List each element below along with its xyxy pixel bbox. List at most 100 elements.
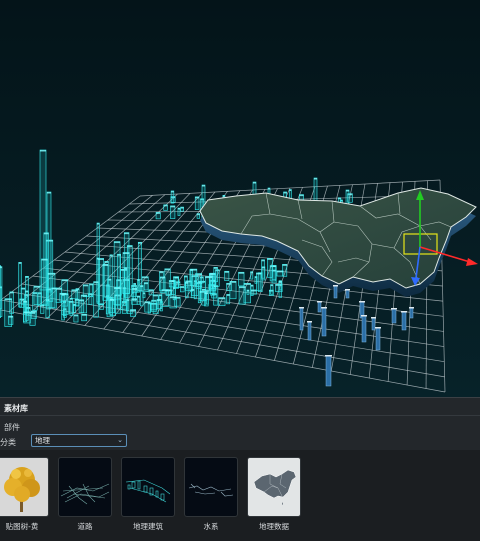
building xyxy=(168,280,175,288)
building xyxy=(33,285,41,305)
pillar xyxy=(321,307,327,337)
building xyxy=(0,266,3,317)
asset-items-area: 贴图树-黄 道路 地理建筑 水系 地理数据 xyxy=(0,450,480,541)
water-system-thumbnail xyxy=(184,457,238,517)
building xyxy=(170,205,176,219)
building xyxy=(30,310,37,319)
asset-item-label: 地理建筑 xyxy=(133,522,163,531)
building xyxy=(89,283,94,298)
building xyxy=(155,212,161,220)
building xyxy=(177,207,181,216)
building xyxy=(226,282,232,291)
building xyxy=(69,297,73,316)
yellow-tree-thumbnail xyxy=(0,457,49,517)
building xyxy=(276,270,284,277)
building xyxy=(132,287,138,294)
building xyxy=(169,296,177,309)
building xyxy=(180,286,185,293)
category-select[interactable]: 地理 ⌄ xyxy=(31,434,127,447)
building xyxy=(180,206,184,212)
building xyxy=(238,271,245,287)
3d-viewport[interactable] xyxy=(0,0,480,397)
asset-library-panel: 素材库 部件 分类 地理 ⌄ 贴图树-黄 道路 地理建筑 水系 地理数据 xyxy=(0,397,480,541)
building xyxy=(196,213,201,219)
building xyxy=(136,295,141,305)
building xyxy=(40,304,45,314)
building xyxy=(73,314,79,323)
building xyxy=(256,272,262,291)
asset-item-label: 地理数据 xyxy=(259,522,289,531)
pillar xyxy=(391,308,397,324)
asset-item-yellow-tree[interactable]: 贴图树-黄 xyxy=(0,457,49,532)
china-map-thumbnail xyxy=(247,457,301,517)
building xyxy=(59,292,67,302)
category-label: 分类 xyxy=(0,438,16,447)
building xyxy=(8,315,14,325)
building xyxy=(213,267,218,283)
road-network-thumbnail xyxy=(58,457,112,517)
scene-canvas[interactable] xyxy=(0,0,480,397)
building xyxy=(174,276,179,289)
pillar xyxy=(325,355,332,387)
panel-divider xyxy=(0,415,480,416)
building xyxy=(81,313,87,322)
building xyxy=(201,184,206,208)
pillar xyxy=(333,285,338,299)
pillar xyxy=(375,327,381,351)
building xyxy=(218,297,226,307)
category-select-value: 地理 xyxy=(35,436,50,445)
building xyxy=(246,289,250,295)
building xyxy=(184,281,189,299)
section-label: 部件 xyxy=(4,423,20,432)
building xyxy=(137,279,140,293)
pillar xyxy=(307,321,312,341)
asset-item-geo-building[interactable]: 地理建筑 xyxy=(121,457,175,532)
asset-item-china-map[interactable]: 地理数据 xyxy=(247,457,301,532)
building xyxy=(238,286,246,305)
building xyxy=(190,268,198,286)
pillar xyxy=(409,307,414,319)
pillar xyxy=(299,307,304,331)
building xyxy=(270,284,274,295)
building xyxy=(51,287,57,309)
building xyxy=(93,281,99,318)
building xyxy=(250,271,254,280)
building xyxy=(124,267,128,302)
asset-item-label: 贴图树-黄 xyxy=(5,522,39,531)
building xyxy=(18,262,22,308)
building xyxy=(204,292,209,307)
building xyxy=(148,289,154,296)
building xyxy=(170,190,175,204)
asset-item-road[interactable]: 道路 xyxy=(58,457,112,532)
asset-item-label: 水系 xyxy=(203,522,219,531)
building xyxy=(226,294,231,305)
building xyxy=(313,177,318,203)
building xyxy=(194,196,200,210)
building xyxy=(250,289,257,295)
building xyxy=(144,301,151,313)
building xyxy=(190,289,195,299)
building xyxy=(71,289,78,300)
pillar xyxy=(345,289,350,299)
pillar xyxy=(361,315,367,343)
panel-title: 素材库 xyxy=(4,404,28,413)
building xyxy=(41,258,48,305)
building xyxy=(163,204,168,211)
pillar xyxy=(317,301,322,313)
pillar xyxy=(401,311,407,331)
geo-building-thumbnail xyxy=(121,457,175,517)
building xyxy=(140,285,144,307)
building xyxy=(131,298,138,305)
building xyxy=(261,266,266,281)
building xyxy=(73,304,76,313)
building xyxy=(156,299,163,310)
building xyxy=(204,276,213,290)
asset-item-label: 道路 xyxy=(77,522,93,531)
building xyxy=(78,299,85,313)
chevron-down-icon: ⌄ xyxy=(117,436,123,444)
building xyxy=(278,280,282,298)
building xyxy=(23,311,31,324)
asset-item-water-system[interactable]: 水系 xyxy=(184,457,238,532)
building xyxy=(113,287,121,305)
building xyxy=(130,309,136,317)
